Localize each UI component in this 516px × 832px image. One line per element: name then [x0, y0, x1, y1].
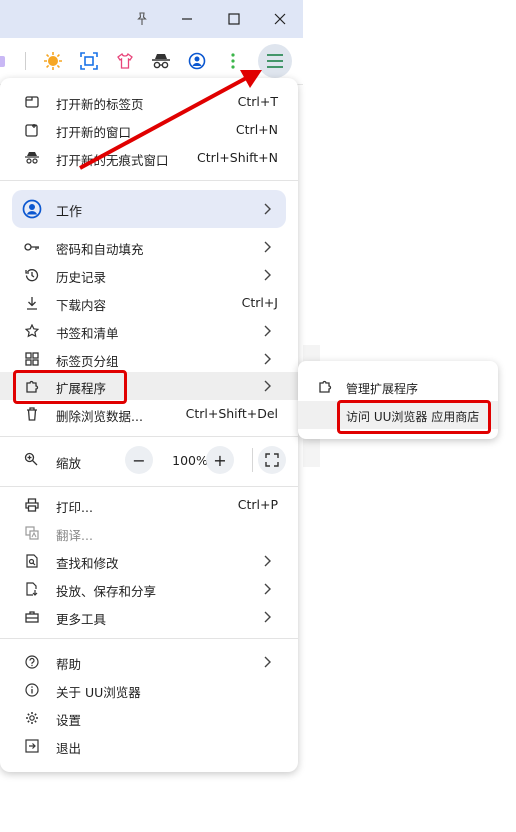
arrow-line — [79, 74, 251, 170]
annotation-arrow — [79, 70, 262, 170]
